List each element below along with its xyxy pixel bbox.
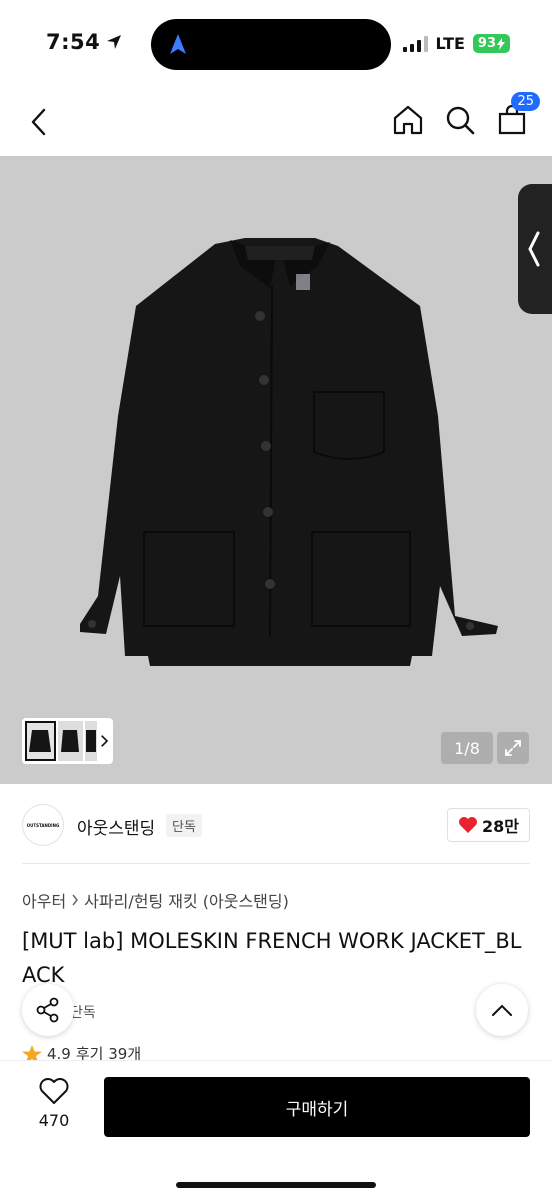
network-type: LTE [435, 34, 465, 53]
scroll-top-button[interactable] [476, 984, 528, 1036]
share-icon [36, 997, 59, 1023]
buy-button[interactable]: 구매하기 [104, 1077, 530, 1137]
dynamic-island [151, 19, 391, 70]
charging-bolt-icon [497, 37, 505, 50]
status-bar: 7:54 LTE 93 [0, 0, 552, 90]
brand-name[interactable]: 아웃스탠딩 [77, 814, 155, 839]
cart-count-badge: 25 [511, 92, 540, 111]
product-photo [80, 238, 498, 666]
expand-icon [505, 740, 521, 756]
home-button[interactable] [392, 104, 424, 136]
home-icon [393, 105, 423, 135]
status-time: 7:54 [46, 30, 122, 54]
expand-button[interactable] [497, 732, 529, 764]
battery-level: 93 [477, 36, 496, 51]
thumbnail-1[interactable] [25, 721, 56, 761]
wishlist-button[interactable]: 470 [24, 1077, 84, 1130]
bottom-action-bar: 470 구매하기 [0, 1060, 552, 1200]
like-count: 28만 [482, 817, 519, 836]
thumbnail-jacket-image [61, 730, 80, 752]
exclusive-badge: 단독 [166, 814, 202, 837]
brand-row[interactable]: OUTSTANDING 아웃스탠딩 단독 28만 [0, 784, 552, 864]
chevron-right-icon [72, 894, 79, 906]
chevron-left-icon [31, 108, 46, 136]
thumbnail-strip[interactable] [22, 718, 113, 764]
back-button[interactable] [24, 104, 56, 140]
search-button[interactable] [444, 104, 476, 136]
chevron-up-icon [492, 1004, 512, 1016]
chevron-right-icon[interactable] [99, 733, 110, 749]
navigation-arrow-icon [170, 34, 186, 54]
share-button[interactable] [22, 984, 74, 1036]
image-counter: 1/8 [441, 732, 493, 764]
app-header: 25 [0, 90, 552, 156]
breadcrumb-level2[interactable]: 사파리/헌팅 재킷 (아웃스탠딩) [84, 888, 289, 912]
chevron-left-icon [528, 231, 540, 267]
product-image-gallery[interactable]: 1/8 [0, 156, 552, 784]
like-button[interactable]: 28만 [447, 808, 530, 842]
thumbnail-2[interactable] [57, 721, 83, 761]
divider [22, 863, 530, 864]
thumbnail-jacket-image [86, 730, 97, 752]
location-arrow-icon [107, 35, 122, 49]
thumbnail-3[interactable] [84, 721, 98, 761]
signal-icon [402, 35, 428, 52]
heart-icon [459, 817, 477, 833]
side-tab-handle[interactable] [518, 184, 552, 314]
wishlist-count: 470 [38, 1111, 70, 1130]
home-indicator [176, 1182, 376, 1188]
thumbnail-jacket-image [29, 730, 52, 752]
product-title: [MUT lab] MOLESKIN FRENCH WORK JACKET_BL… [22, 929, 522, 987]
battery-icon: 93 [472, 34, 510, 53]
search-icon [446, 106, 475, 135]
breadcrumb-level1[interactable]: 아우터 [22, 888, 66, 912]
cart-button[interactable]: 25 [496, 92, 540, 136]
heart-outline-icon [39, 1078, 69, 1104]
clock: 7:54 [46, 30, 101, 54]
breadcrumb: 아우터 사파리/헌팅 재킷 (아웃스탠딩) [22, 888, 289, 912]
status-indicators: LTE 93 [402, 34, 510, 53]
brand-logo[interactable]: OUTSTANDING [22, 804, 64, 846]
